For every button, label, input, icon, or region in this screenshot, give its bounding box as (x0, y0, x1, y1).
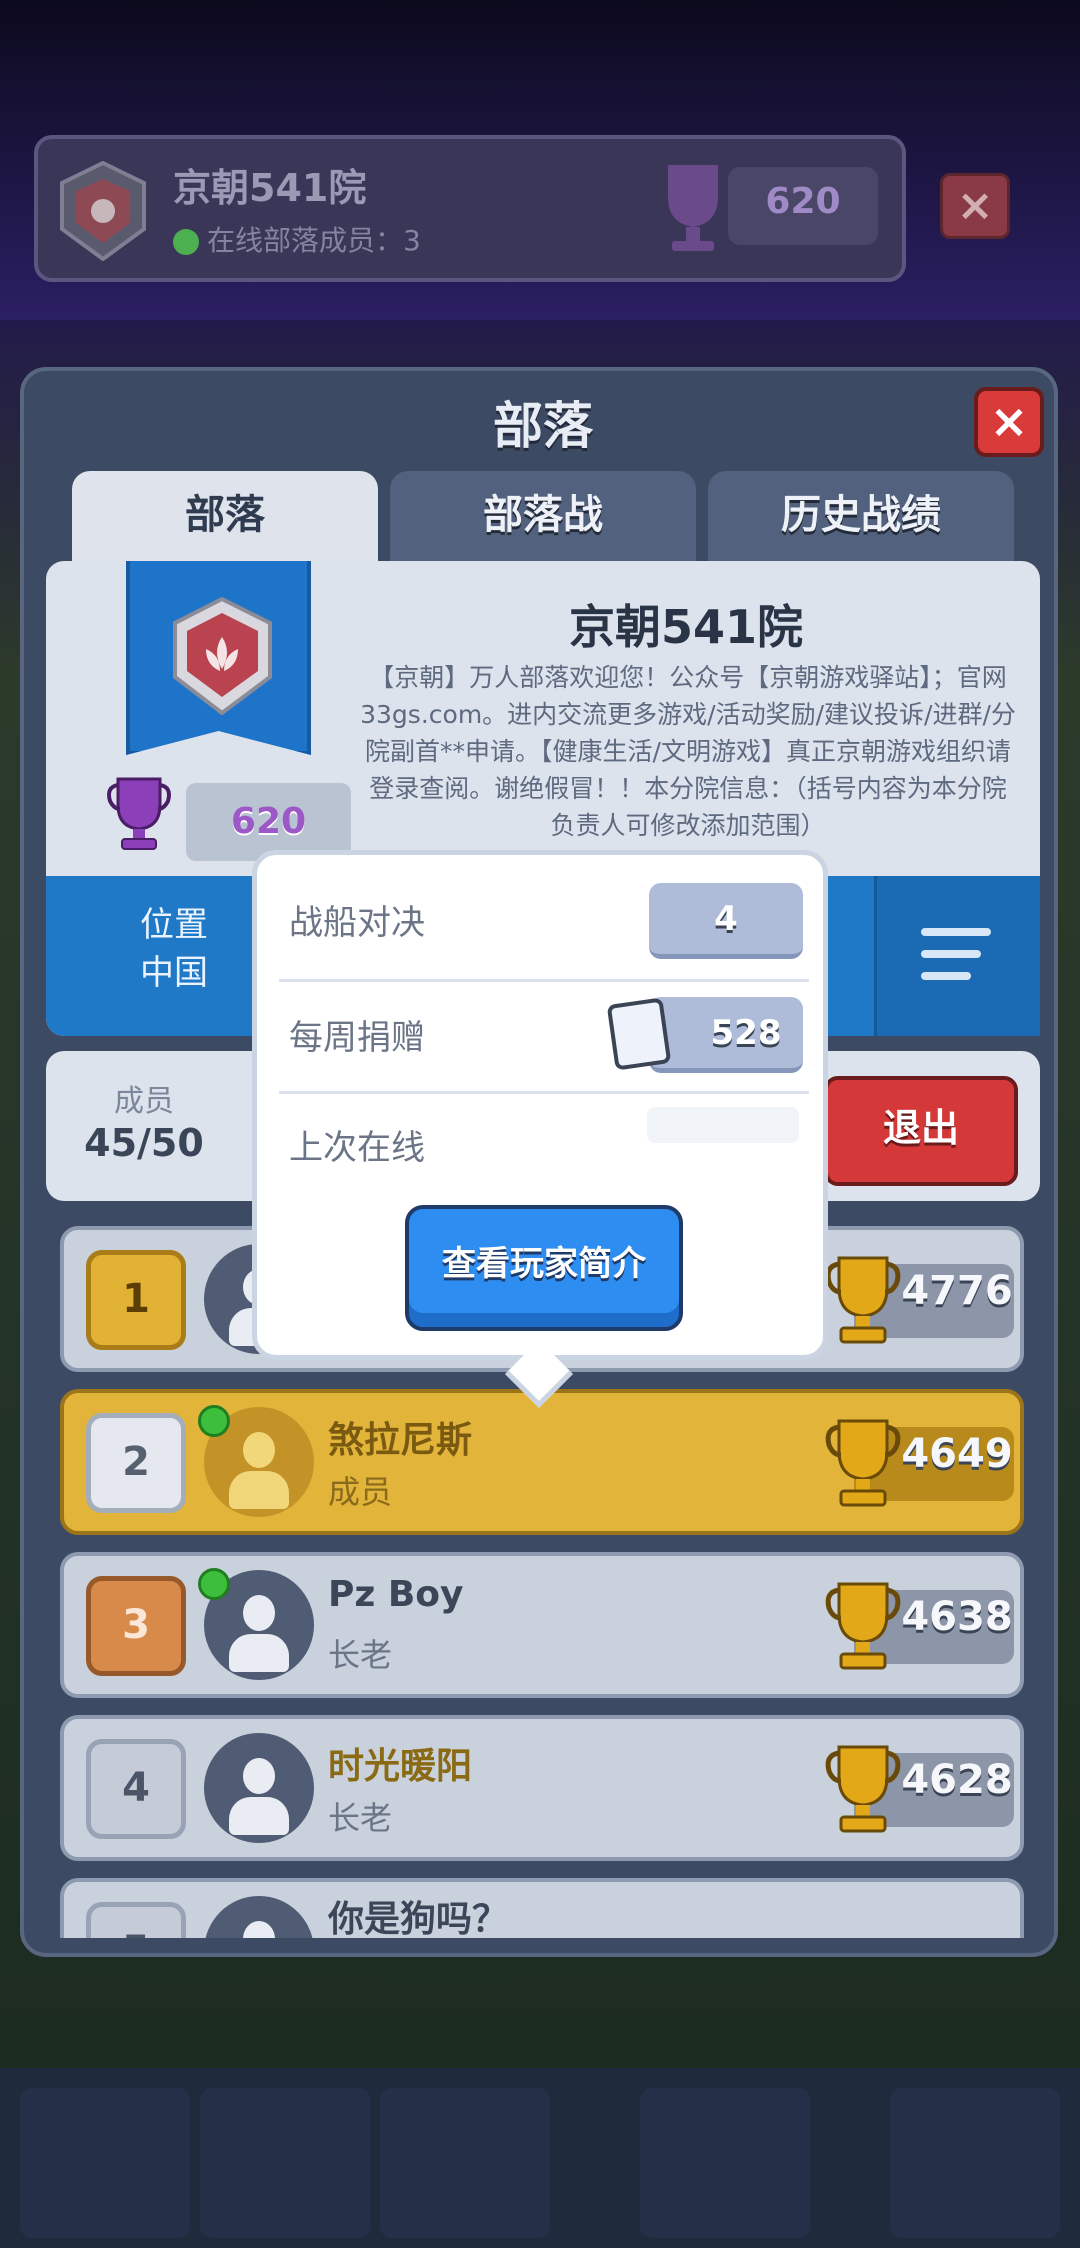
clan-menu-button[interactable] (874, 876, 1040, 1036)
online-indicator-icon (198, 1568, 230, 1600)
member-row-4[interactable]: 4 时光暖阳 长老 4628 (60, 1715, 1024, 1861)
last-online-value (647, 1107, 799, 1143)
battle-value-box: 4 (649, 883, 803, 959)
member-role: 长老 (328, 1799, 393, 1837)
online-indicator-icon (198, 1405, 230, 1437)
location-value: 中国 (140, 953, 208, 993)
location-label: 位置 (140, 905, 208, 945)
trophy-icon (668, 165, 718, 251)
clan-banner (126, 561, 311, 755)
rank-badge: 1 (86, 1250, 186, 1350)
trophy-count: 4649 (901, 1431, 1013, 1477)
nav-shop-icon[interactable] (20, 2088, 190, 2238)
rank-badge: 2 (86, 1413, 186, 1513)
nav-events-icon[interactable] (890, 2088, 1060, 2238)
member-name: 你是狗吗？ (328, 1899, 509, 1938)
divider (279, 979, 809, 982)
rank-badge: 3 (86, 1576, 186, 1676)
top-clan-card[interactable]: 京朝541院 在线部落成员：3 620 (34, 135, 906, 282)
members-label: 成员 (114, 1084, 174, 1119)
trophy-count: 4776 (901, 1268, 1013, 1314)
lotus-shield-icon (173, 597, 272, 715)
member-row-2[interactable]: 2 煞拉尼斯 成员 4649 (60, 1389, 1024, 1535)
dialog-title: 部落 (493, 397, 593, 455)
tab-clan[interactable]: 部落 (72, 471, 378, 563)
top-trophy-box: 620 (728, 167, 878, 245)
card-icon (606, 997, 672, 1071)
clan-trophy-icon (107, 777, 171, 850)
member-row-5[interactable]: 5 你是狗吗？ (60, 1878, 1024, 1938)
nav-cards-icon[interactable] (200, 2088, 370, 2238)
clan-name: 京朝541院 (568, 600, 804, 654)
trophy-count: 4638 (901, 1594, 1013, 1640)
rank-badge: 4 (86, 1739, 186, 1839)
donation-value-box: 528 (649, 997, 803, 1073)
nav-clan-icon[interactable] (640, 2088, 810, 2238)
online-dot-icon (173, 229, 199, 255)
menu-plus-icon (921, 928, 1001, 994)
bottom-navigation (0, 2068, 1080, 2248)
nav-battle-icon[interactable] (380, 2088, 550, 2238)
top-header: 京朝541院 在线部落成员：3 620 × (0, 0, 1080, 320)
online-members: 在线部落成员：3 (173, 219, 421, 259)
member-role: 成员 (328, 1473, 393, 1511)
divider (279, 1091, 809, 1094)
tab-history[interactable]: 历史战绩 (708, 471, 1014, 563)
last-online-label: 上次在线 (289, 1128, 425, 1168)
trophy-count: 4628 (901, 1757, 1013, 1803)
clan-badge-icon (60, 161, 146, 261)
close-button[interactable]: × (974, 387, 1044, 457)
battle-label: 战船对决 (289, 903, 425, 943)
member-row-3[interactable]: 3 Pz Boy 长老 4638 (60, 1552, 1024, 1698)
rank-badge: 5 (86, 1902, 186, 1938)
member-role: 长老 (328, 1636, 393, 1674)
member-name: 时光暖阳 (328, 1746, 473, 1787)
top-clan-name: 京朝541院 (173, 166, 367, 210)
members-count: 45/50 (84, 1121, 204, 1165)
avatar-icon (204, 1896, 314, 1938)
member-name: 煞拉尼斯 (328, 1420, 473, 1461)
avatar-icon (204, 1733, 314, 1843)
tab-clan-war[interactable]: 部落战 (390, 471, 696, 563)
exit-button[interactable]: 退出 (824, 1076, 1018, 1186)
donation-value: 528 (710, 1013, 782, 1053)
battle-value: 4 (714, 899, 738, 939)
member-name: Pz Boy (328, 1574, 464, 1615)
top-trophy-value: 620 (765, 181, 841, 222)
view-profile-button[interactable]: 查看玩家简介 (405, 1205, 683, 1331)
donation-label: 每周捐赠 (289, 1018, 425, 1058)
location-info: 位置 中国 (104, 901, 244, 997)
top-close-button[interactable]: × (940, 173, 1010, 239)
member-popup: 战船对决 4 每周捐赠 528 上次在线 查看玩家简介 (252, 850, 828, 1360)
clan-description: 【京朝】万人部落欢迎您！公众号【京朝游戏驿站】；官网33gs.com。进内交流更… (360, 663, 1016, 840)
